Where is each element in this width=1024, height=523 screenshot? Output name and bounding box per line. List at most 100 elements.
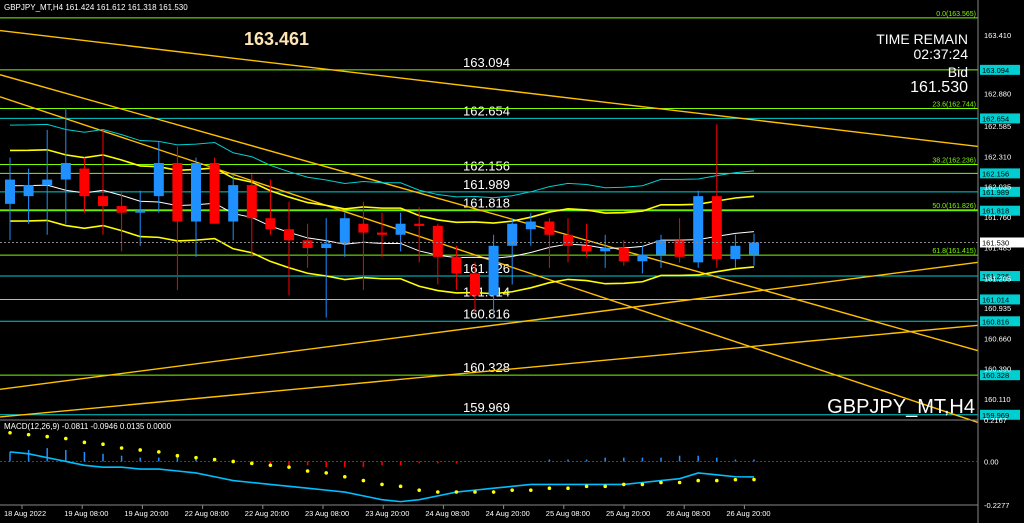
candle-body: [228, 185, 239, 222]
macd-tick-label: 0.00: [984, 457, 999, 466]
fib-label: 38.2(162.236): [932, 158, 976, 165]
candle-body: [116, 206, 127, 213]
candle-body: [600, 248, 611, 252]
bid-label: Bid: [948, 64, 968, 80]
fib-label: 50.0(161.826): [932, 203, 976, 210]
macd-signal-dot: [45, 434, 49, 439]
macd-signal-dot: [343, 474, 347, 479]
price-chart[interactable]: 163.094163.094162.654162.654162.156162.1…: [0, 0, 1024, 523]
macd-signal-dot: [510, 488, 514, 492]
time-remain-label: TIME REMAIN: [876, 31, 968, 47]
macd-signal-dot: [473, 490, 477, 494]
symbol-info: GBPJPY_MT,H4 161.424 161.612 161.318 161…: [4, 3, 188, 12]
candle-body: [563, 234, 573, 246]
candle-body: [153, 163, 164, 197]
candle-body: [618, 248, 629, 262]
macd-signal-dot: [622, 482, 626, 487]
candle-body: [581, 245, 592, 252]
price-tick-label: 163.410: [984, 31, 1011, 40]
time-tick-label: 26 Aug 08:00: [666, 509, 710, 518]
macd-signal-dot: [436, 490, 440, 494]
level-tag-label: 161.014: [982, 295, 1009, 304]
fib-label: 23.6(162.744): [932, 101, 976, 108]
macd-signal-dot: [659, 480, 663, 485]
level-label: 162.654: [463, 103, 510, 118]
candle-body: [284, 229, 294, 241]
candle-body: [377, 232, 387, 235]
price-tick-label: 162.035: [984, 183, 1011, 192]
macd-signal-dot: [696, 478, 700, 483]
macd-signal-dot: [26, 432, 31, 437]
candle-body: [321, 243, 332, 249]
time-tick-label: 23 Aug 20:00: [365, 509, 409, 518]
level-label: 163.094: [463, 55, 510, 70]
macd-signal-dot: [361, 478, 366, 483]
bid-value: 161.530: [910, 79, 968, 96]
time-tick-label: 25 Aug 20:00: [606, 509, 650, 518]
candle-body: [414, 223, 425, 226]
candle-body: [191, 163, 201, 222]
candle-body: [209, 163, 220, 224]
fib-label: 61.8(161.415): [932, 248, 976, 255]
macd-signal-dot: [454, 490, 459, 494]
price-tick-label: 160.935: [984, 304, 1011, 313]
candle-body: [79, 168, 90, 197]
level-label: 159.969: [463, 400, 510, 415]
macd-signal-dot: [138, 448, 142, 452]
time-tick-label: 25 Aug 08:00: [546, 509, 590, 518]
time-tick-label: 23 Aug 08:00: [305, 509, 349, 518]
macd-signal-dot: [250, 461, 254, 466]
candle-body: [488, 245, 499, 296]
macd-signal-dot: [715, 478, 719, 483]
macd-signal-dot: [677, 480, 682, 485]
macd-signal-dot: [287, 465, 291, 469]
candle-body: [172, 163, 183, 222]
level-label: 162.156: [463, 158, 510, 173]
candle-body: [693, 196, 704, 263]
macd-signal-dot: [82, 440, 87, 445]
macd-signal-dot: [231, 459, 235, 464]
candle-body: [23, 185, 34, 197]
price-tick-label: 160.390: [984, 364, 1011, 373]
price-tick-label: 161.205: [984, 274, 1011, 283]
time-tick-label: 22 Aug 20:00: [245, 509, 289, 518]
level-label: 161.818: [463, 196, 510, 211]
candle-body: [42, 179, 53, 186]
macd-signal-dot: [603, 484, 607, 489]
level-tag-label: 163.094: [982, 66, 1009, 75]
candle-body: [544, 221, 555, 235]
macd-signal-dot: [417, 488, 422, 492]
macd-signal-dot: [380, 482, 384, 487]
level-label: 160.816: [463, 306, 510, 321]
macd-signal-dot: [101, 442, 105, 447]
candle-body: [730, 245, 741, 260]
candle-body: [98, 196, 108, 207]
time-tick-label: 19 Aug 20:00: [124, 509, 168, 518]
time-tick-label: 22 Aug 08:00: [185, 509, 229, 518]
time-tick-label: 18 Aug 2022: [4, 509, 46, 518]
macd-signal-dot: [212, 457, 217, 462]
macd-signal-dot: [529, 488, 533, 492]
level-tag-label: 162.156: [982, 169, 1009, 178]
high-price-label: 163.461: [244, 29, 309, 49]
macd-signal-dot: [640, 482, 645, 487]
price-tick-label: 161.485: [984, 243, 1011, 252]
level-tag-label: 160.816: [982, 317, 1009, 326]
candle-body: [525, 221, 536, 230]
time-remain-value: 02:37:24: [914, 46, 969, 62]
macd-signal-dot: [175, 453, 180, 458]
macd-signal-dot: [157, 450, 161, 454]
macd-signal-dot: [752, 477, 756, 482]
macd-signal-dot: [584, 484, 589, 489]
time-tick-label: 24 Aug 08:00: [425, 509, 469, 518]
macd-tick-label: -0.2277: [984, 501, 1009, 510]
macd-signal-dot: [398, 484, 403, 489]
time-tick-label: 26 Aug 20:00: [726, 509, 770, 518]
macd-signal-dot: [119, 446, 124, 450]
macd-signal-dot: [194, 455, 198, 460]
fib-label: 0.0(163.565): [936, 11, 976, 18]
macd-signal-dot: [64, 436, 68, 441]
candle-body: [432, 225, 443, 257]
macd-tick-label: 0.2167: [984, 416, 1007, 425]
candle-body: [637, 254, 648, 262]
